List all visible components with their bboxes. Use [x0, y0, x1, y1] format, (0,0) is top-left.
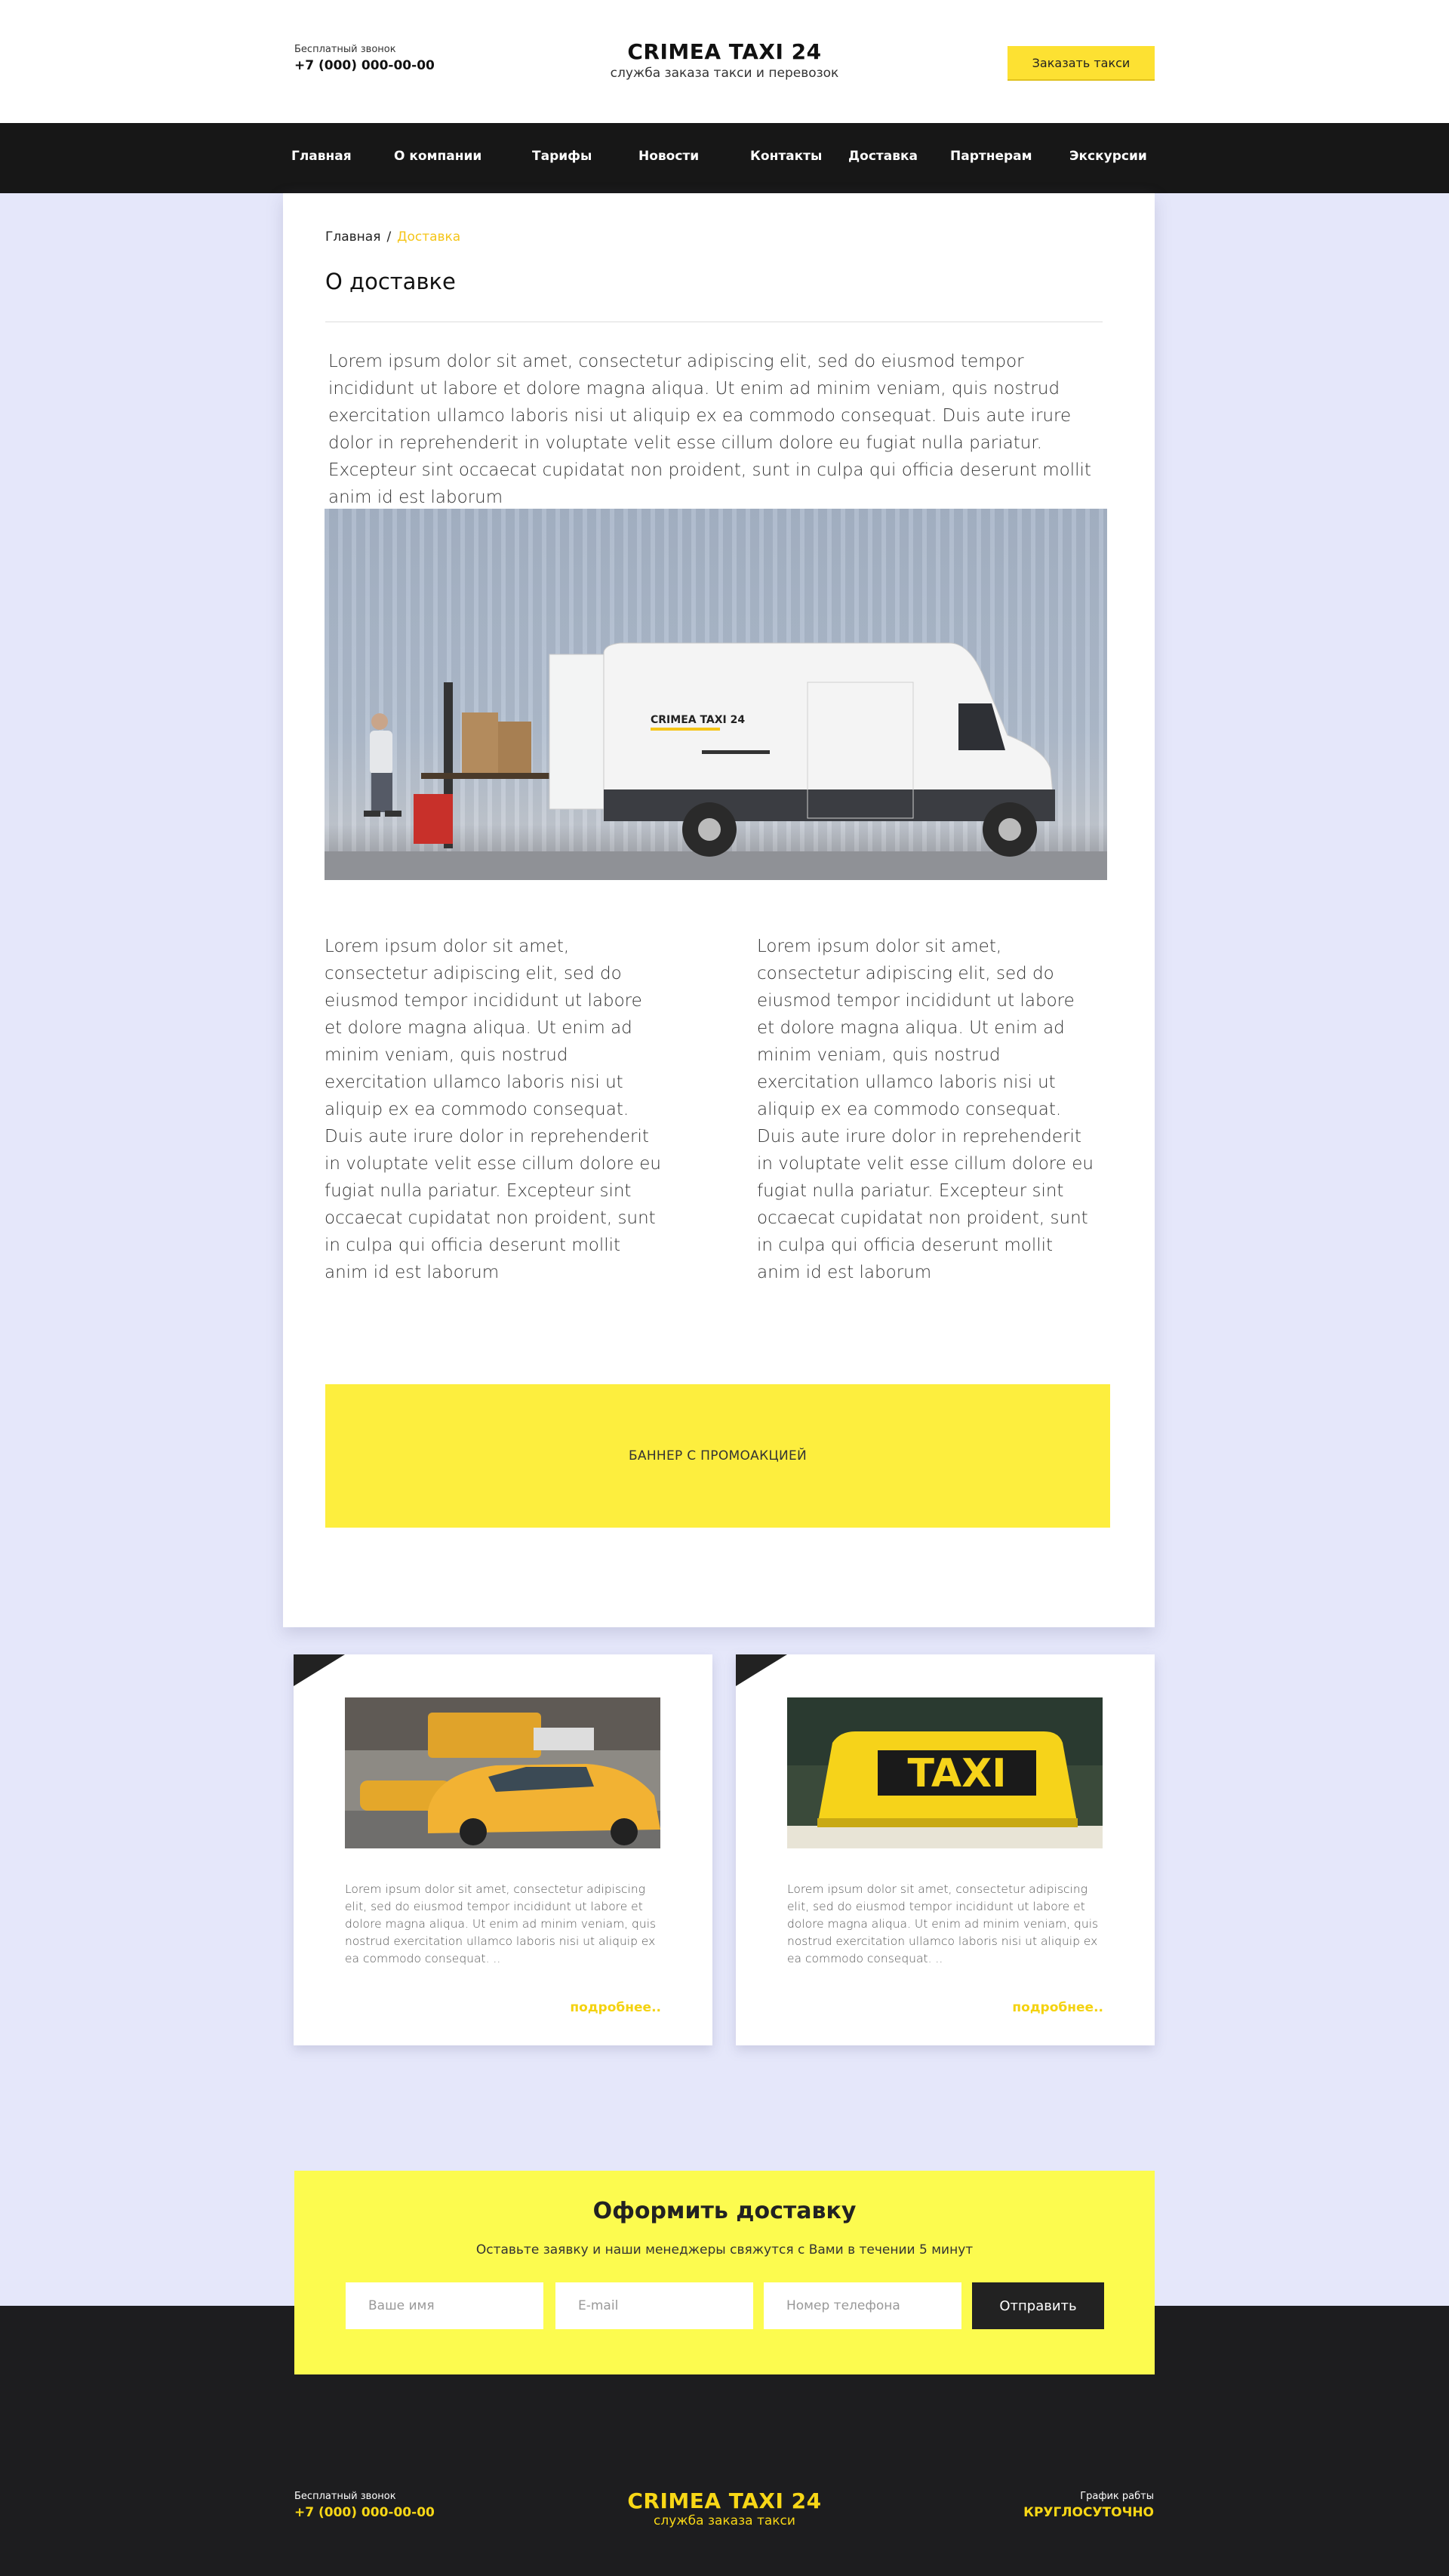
van-illustration: CRIMEA TAXI 24: [364, 642, 1056, 857]
schedule-value: КРУГЛОСУТОЧНО: [1023, 2505, 1154, 2520]
phone-input[interactable]: [764, 2282, 961, 2329]
nav-item-partners[interactable]: Партнерам: [950, 149, 1032, 164]
footer-logo[interactable]: CRIMEA TAXI 24 служба заказа такси: [574, 2488, 875, 2528]
intro-paragraph: Lorem ipsum dolor sit amet, consectetur …: [328, 352, 1091, 507]
header-logo[interactable]: CRIMEA TAXI 24 служба заказа такси и пер…: [574, 39, 875, 81]
promo-banner-label: БАННЕР С ПРОМОАКЦИЕЙ: [628, 1448, 808, 1463]
taxi-sign-text: TAXI: [907, 1751, 1006, 1796]
nav-item-excursions[interactable]: Экскурсии: [1069, 149, 1147, 164]
submit-button[interactable]: Отправить: [972, 2282, 1104, 2329]
site-header: Бесплатный звонок +7 (000) 000-00-00 CRI…: [0, 0, 1449, 123]
van-logo-text: CRIMEA TAXI 24: [651, 714, 745, 726]
logo-title: CRIMEA TAXI 24: [627, 39, 822, 64]
footer-phone-block: Бесплатный звонок +7 (000) 000-00-00: [294, 2491, 435, 2520]
news-card[interactable]: Lorem ipsum dolor sit amet, consectetur …: [294, 1654, 712, 2045]
breadcrumb-home[interactable]: Главная: [325, 229, 380, 245]
nav-item-contacts[interactable]: Контакты: [750, 149, 822, 164]
column-text-left: Lorem ipsum dolor sit amet, consectetur …: [325, 937, 661, 1282]
taxi-cars-illustration: [345, 1697, 660, 1848]
taxi-sign-illustration: TAXI: [787, 1697, 1103, 1848]
card-corner-decoration: [736, 1654, 787, 1686]
page: Бесплатный звонок +7 (000) 000-00-00 CRI…: [0, 0, 1449, 2576]
nav-item-about[interactable]: О компании: [394, 149, 481, 164]
breadcrumb: Главная / Доставка: [325, 229, 460, 245]
breadcrumb-separator: /: [386, 229, 392, 245]
page-title: О доставке: [325, 269, 456, 294]
logo-subtitle: служба заказа такси и перевозок: [610, 66, 839, 81]
breadcrumb-current: Доставка: [397, 229, 461, 245]
delivery-van-image: CRIMEA TAXI 24: [325, 509, 1107, 880]
card-text: Lorem ipsum dolor sit amet, consectetur …: [345, 1882, 657, 1965]
name-input[interactable]: [346, 2282, 543, 2329]
card-image-taxi-sign: TAXI: [787, 1697, 1103, 1848]
header-phone-number[interactable]: +7 (000) 000-00-00: [294, 58, 435, 73]
card-text: Lorem ipsum dolor sit amet, consectetur …: [787, 1882, 1099, 1965]
promo-banner[interactable]: БАННЕР С ПРОМОАКЦИЕЙ: [325, 1384, 1110, 1528]
footer-schedule: График рабты КРУГЛОСУТОЧНО: [1023, 2491, 1154, 2520]
footer-phone-label: Бесплатный звонок: [294, 2491, 396, 2502]
schedule-label: График рабты: [1080, 2491, 1154, 2502]
order-form-subtitle: Оставьте заявку и наши менеджеры свяжутс…: [475, 2242, 974, 2257]
card-image-taxis: [345, 1697, 660, 1848]
footer-phone-number[interactable]: +7 (000) 000-00-00: [294, 2505, 435, 2520]
nav-item-home[interactable]: Главная: [291, 149, 352, 164]
nav-item-delivery[interactable]: Доставка: [848, 149, 918, 164]
order-delivery-form: Оформить доставку Оставьте заявку и наши…: [294, 2171, 1155, 2374]
email-input[interactable]: [555, 2282, 753, 2329]
column-text-right: Lorem ipsum dolor sit amet, consectetur …: [757, 937, 1094, 1282]
read-more-link[interactable]: подробнее..: [570, 2000, 661, 2015]
footer-logo-subtitle: служба заказа такси: [654, 2513, 795, 2528]
card-corner-decoration: [294, 1654, 345, 1686]
nav-item-tariffs[interactable]: Тарифы: [532, 149, 592, 164]
footer-logo-title: CRIMEA TAXI 24: [627, 2488, 822, 2513]
header-phone-block: Бесплатный звонок +7 (000) 000-00-00: [294, 44, 435, 73]
nav-item-news[interactable]: Новости: [638, 149, 699, 164]
news-card[interactable]: TAXI Lorem ipsum dolor sit amet, consect…: [736, 1654, 1155, 2045]
main-nav: Главная О компании Тарифы Новости Контак…: [0, 123, 1449, 193]
content-card: Главная / Доставка О доставке Lorem ipsum …: [283, 193, 1155, 1627]
order-form-title: Оформить доставку: [592, 2198, 857, 2224]
read-more-link[interactable]: подробнее..: [1012, 2000, 1103, 2015]
order-taxi-button[interactable]: Заказать такси: [1008, 46, 1155, 79]
header-phone-label: Бесплатный звонок: [294, 44, 396, 55]
